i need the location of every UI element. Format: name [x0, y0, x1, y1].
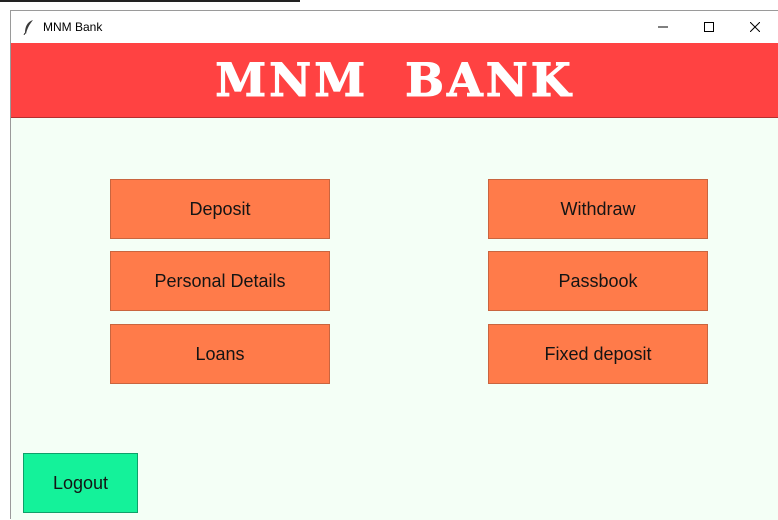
banner-title: MNM BANK	[215, 53, 574, 108]
screen-edge	[0, 0, 300, 6]
bank-banner: MNM BANK	[11, 43, 778, 118]
minimize-icon	[658, 26, 668, 28]
personal-details-button[interactable]: Personal Details	[110, 251, 330, 311]
app-window: MNM Bank MNM BANK Deposit Withdraw Perso…	[10, 10, 778, 520]
loans-button[interactable]: Loans	[110, 324, 330, 384]
passbook-button[interactable]: Passbook	[488, 251, 708, 311]
maximize-icon	[704, 22, 714, 32]
window-title: MNM Bank	[43, 20, 103, 34]
window-controls	[640, 11, 778, 43]
close-icon	[750, 22, 760, 32]
feather-icon	[21, 18, 37, 36]
maximize-button[interactable]	[686, 11, 732, 43]
withdraw-button[interactable]: Withdraw	[488, 179, 708, 239]
fixed-deposit-button[interactable]: Fixed deposit	[488, 324, 708, 384]
logout-button[interactable]: Logout	[23, 453, 138, 513]
minimize-button[interactable]	[640, 11, 686, 43]
title-bar: MNM Bank	[11, 11, 778, 43]
main-content: Deposit Withdraw Personal Details Passbo…	[11, 118, 778, 520]
close-button[interactable]	[732, 11, 778, 43]
deposit-button[interactable]: Deposit	[110, 179, 330, 239]
